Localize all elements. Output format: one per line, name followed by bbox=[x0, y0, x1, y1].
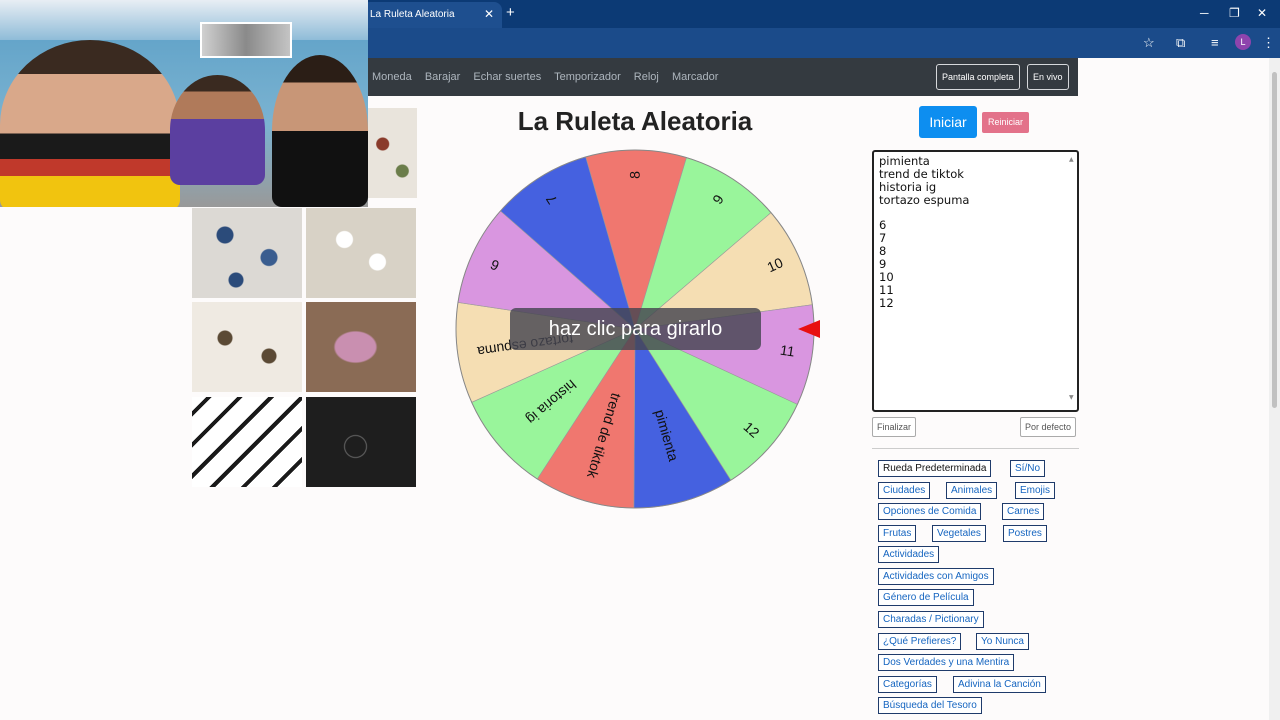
preset-carnes[interactable]: Carnes bbox=[1002, 503, 1045, 520]
restore-icon[interactable]: ❐ bbox=[1229, 6, 1240, 20]
wheel-segment-label: 11 bbox=[779, 342, 796, 360]
page-scrollbar-thumb[interactable] bbox=[1272, 72, 1277, 408]
preset-que-prefieres[interactable]: ¿Qué Prefieres? bbox=[878, 633, 962, 650]
entry-line: tortazo espuma bbox=[879, 192, 970, 207]
preset-ciudades[interactable]: Ciudades bbox=[878, 482, 931, 499]
preset-adivina-cancion[interactable]: Adivina la Canción bbox=[953, 676, 1046, 693]
close-window-icon[interactable]: ✕ bbox=[1257, 6, 1267, 20]
browser-tab[interactable]: La Ruleta Aleatoria ✕ bbox=[362, 2, 502, 28]
preset-actividades-amigos[interactable]: Actividades con Amigos bbox=[878, 568, 994, 585]
ad-image[interactable] bbox=[306, 397, 416, 487]
ad-image[interactable] bbox=[192, 397, 302, 487]
tab-close-icon[interactable]: ✕ bbox=[484, 7, 494, 21]
nav-links: Moneda Barajar Echar suertes Temporizado… bbox=[372, 71, 728, 83]
ad-image[interactable] bbox=[306, 208, 416, 298]
entry-line bbox=[879, 207, 1072, 220]
preset-yo-nunca[interactable]: Yo Nunca bbox=[976, 633, 1029, 650]
preset-charadas[interactable]: Charadas / Pictionary bbox=[878, 611, 984, 628]
tab-title: La Ruleta Aleatoria bbox=[370, 9, 455, 20]
live-button[interactable]: En vivo bbox=[1027, 64, 1069, 90]
entry-line: 6 bbox=[879, 218, 887, 233]
webcam-overlay bbox=[0, 0, 368, 207]
nav-link-temporizador[interactable]: Temporizador bbox=[554, 71, 621, 83]
minimize-icon[interactable]: ─ bbox=[1200, 6, 1209, 20]
ad-image[interactable] bbox=[192, 208, 302, 298]
webcam-wall-poster bbox=[200, 22, 292, 58]
ad-image[interactable] bbox=[306, 302, 416, 392]
finish-button[interactable]: Finalizar bbox=[872, 417, 917, 437]
extensions-icon[interactable]: ⧉ bbox=[1176, 35, 1185, 51]
nav-link-reloj[interactable]: Reloj bbox=[634, 71, 659, 83]
webcam-person bbox=[170, 75, 265, 185]
entry-line: 11 bbox=[879, 282, 894, 297]
entries-textarea[interactable]: pimienta trend de tiktok historia ig tortaz… bbox=[872, 150, 1079, 412]
webcam-person bbox=[0, 40, 180, 207]
preset-frutas[interactable]: Frutas bbox=[878, 525, 917, 542]
preset-vegetales[interactable]: Vegetales bbox=[932, 525, 986, 542]
preset-genero-pelicula[interactable]: Género de Película bbox=[878, 589, 974, 606]
preset-rueda-predeterminada[interactable]: Rueda Predeterminada bbox=[878, 460, 992, 477]
entry-line: historia ig bbox=[879, 179, 937, 194]
nav-link-moneda[interactable]: Moneda bbox=[372, 71, 412, 83]
ad-image[interactable] bbox=[368, 108, 417, 198]
entry-line: 9 bbox=[879, 257, 887, 272]
reset-button[interactable]: Reiniciar bbox=[982, 112, 1029, 133]
webcam-person bbox=[272, 55, 368, 207]
textarea-scroll-icon[interactable]: ▲ bbox=[1069, 154, 1075, 167]
entry-line: 8 bbox=[879, 244, 887, 259]
entry-line: 10 bbox=[879, 270, 894, 285]
preset-categorias[interactable]: Categorías bbox=[878, 676, 937, 693]
entry-line: trend de tiktok bbox=[879, 166, 964, 181]
preset-postres[interactable]: Postres bbox=[1003, 525, 1047, 542]
profile-avatar[interactable]: L bbox=[1235, 34, 1251, 50]
nav-link-marcador[interactable]: Marcador bbox=[672, 71, 718, 83]
default-button[interactable]: Por defecto bbox=[1020, 417, 1077, 437]
fullscreen-button[interactable]: Pantalla completa bbox=[936, 64, 1020, 90]
preset-si-no[interactable]: Sí/No bbox=[1010, 460, 1046, 477]
start-button[interactable]: Iniciar bbox=[919, 106, 977, 138]
ad-image[interactable] bbox=[192, 302, 302, 392]
new-tab-button[interactable]: + bbox=[506, 4, 515, 21]
entries-list: pimienta trend de tiktok historia ig tortaz… bbox=[879, 155, 1072, 310]
nav-link-echar-suertes[interactable]: Echar suertes bbox=[473, 71, 541, 83]
textarea-scroll-down-icon[interactable]: ▼ bbox=[1069, 392, 1075, 405]
entry-line: pimienta bbox=[879, 154, 930, 168]
divider bbox=[872, 448, 1079, 449]
page-title: La Ruleta Aleatoria bbox=[517, 106, 753, 136]
spin-overlay-button[interactable]: haz clic para girarlo bbox=[510, 308, 761, 350]
preset-animales[interactable]: Animales bbox=[946, 482, 998, 499]
preset-emojis[interactable]: Emojis bbox=[1015, 482, 1056, 499]
nav-link-barajar[interactable]: Barajar bbox=[425, 71, 460, 83]
preset-dos-verdades[interactable]: Dos Verdades y una Mentira bbox=[878, 654, 1015, 671]
wheel-segment-label: 8 bbox=[627, 171, 643, 179]
entry-line: 12 bbox=[879, 295, 894, 310]
entry-line: 7 bbox=[879, 231, 887, 246]
preset-actividades[interactable]: Actividades bbox=[878, 546, 940, 563]
browser-menu-icon[interactable]: ⋮ bbox=[1262, 35, 1275, 51]
media-control-icon[interactable]: ≡ bbox=[1211, 35, 1219, 50]
preset-opciones-comida[interactable]: Opciones de Comida bbox=[878, 503, 982, 520]
preset-busqueda-tesoro[interactable]: Búsqueda del Tesoro bbox=[878, 697, 982, 714]
webcam-ceiling bbox=[0, 0, 368, 40]
bookmark-star-icon[interactable]: ☆ bbox=[1143, 35, 1155, 51]
